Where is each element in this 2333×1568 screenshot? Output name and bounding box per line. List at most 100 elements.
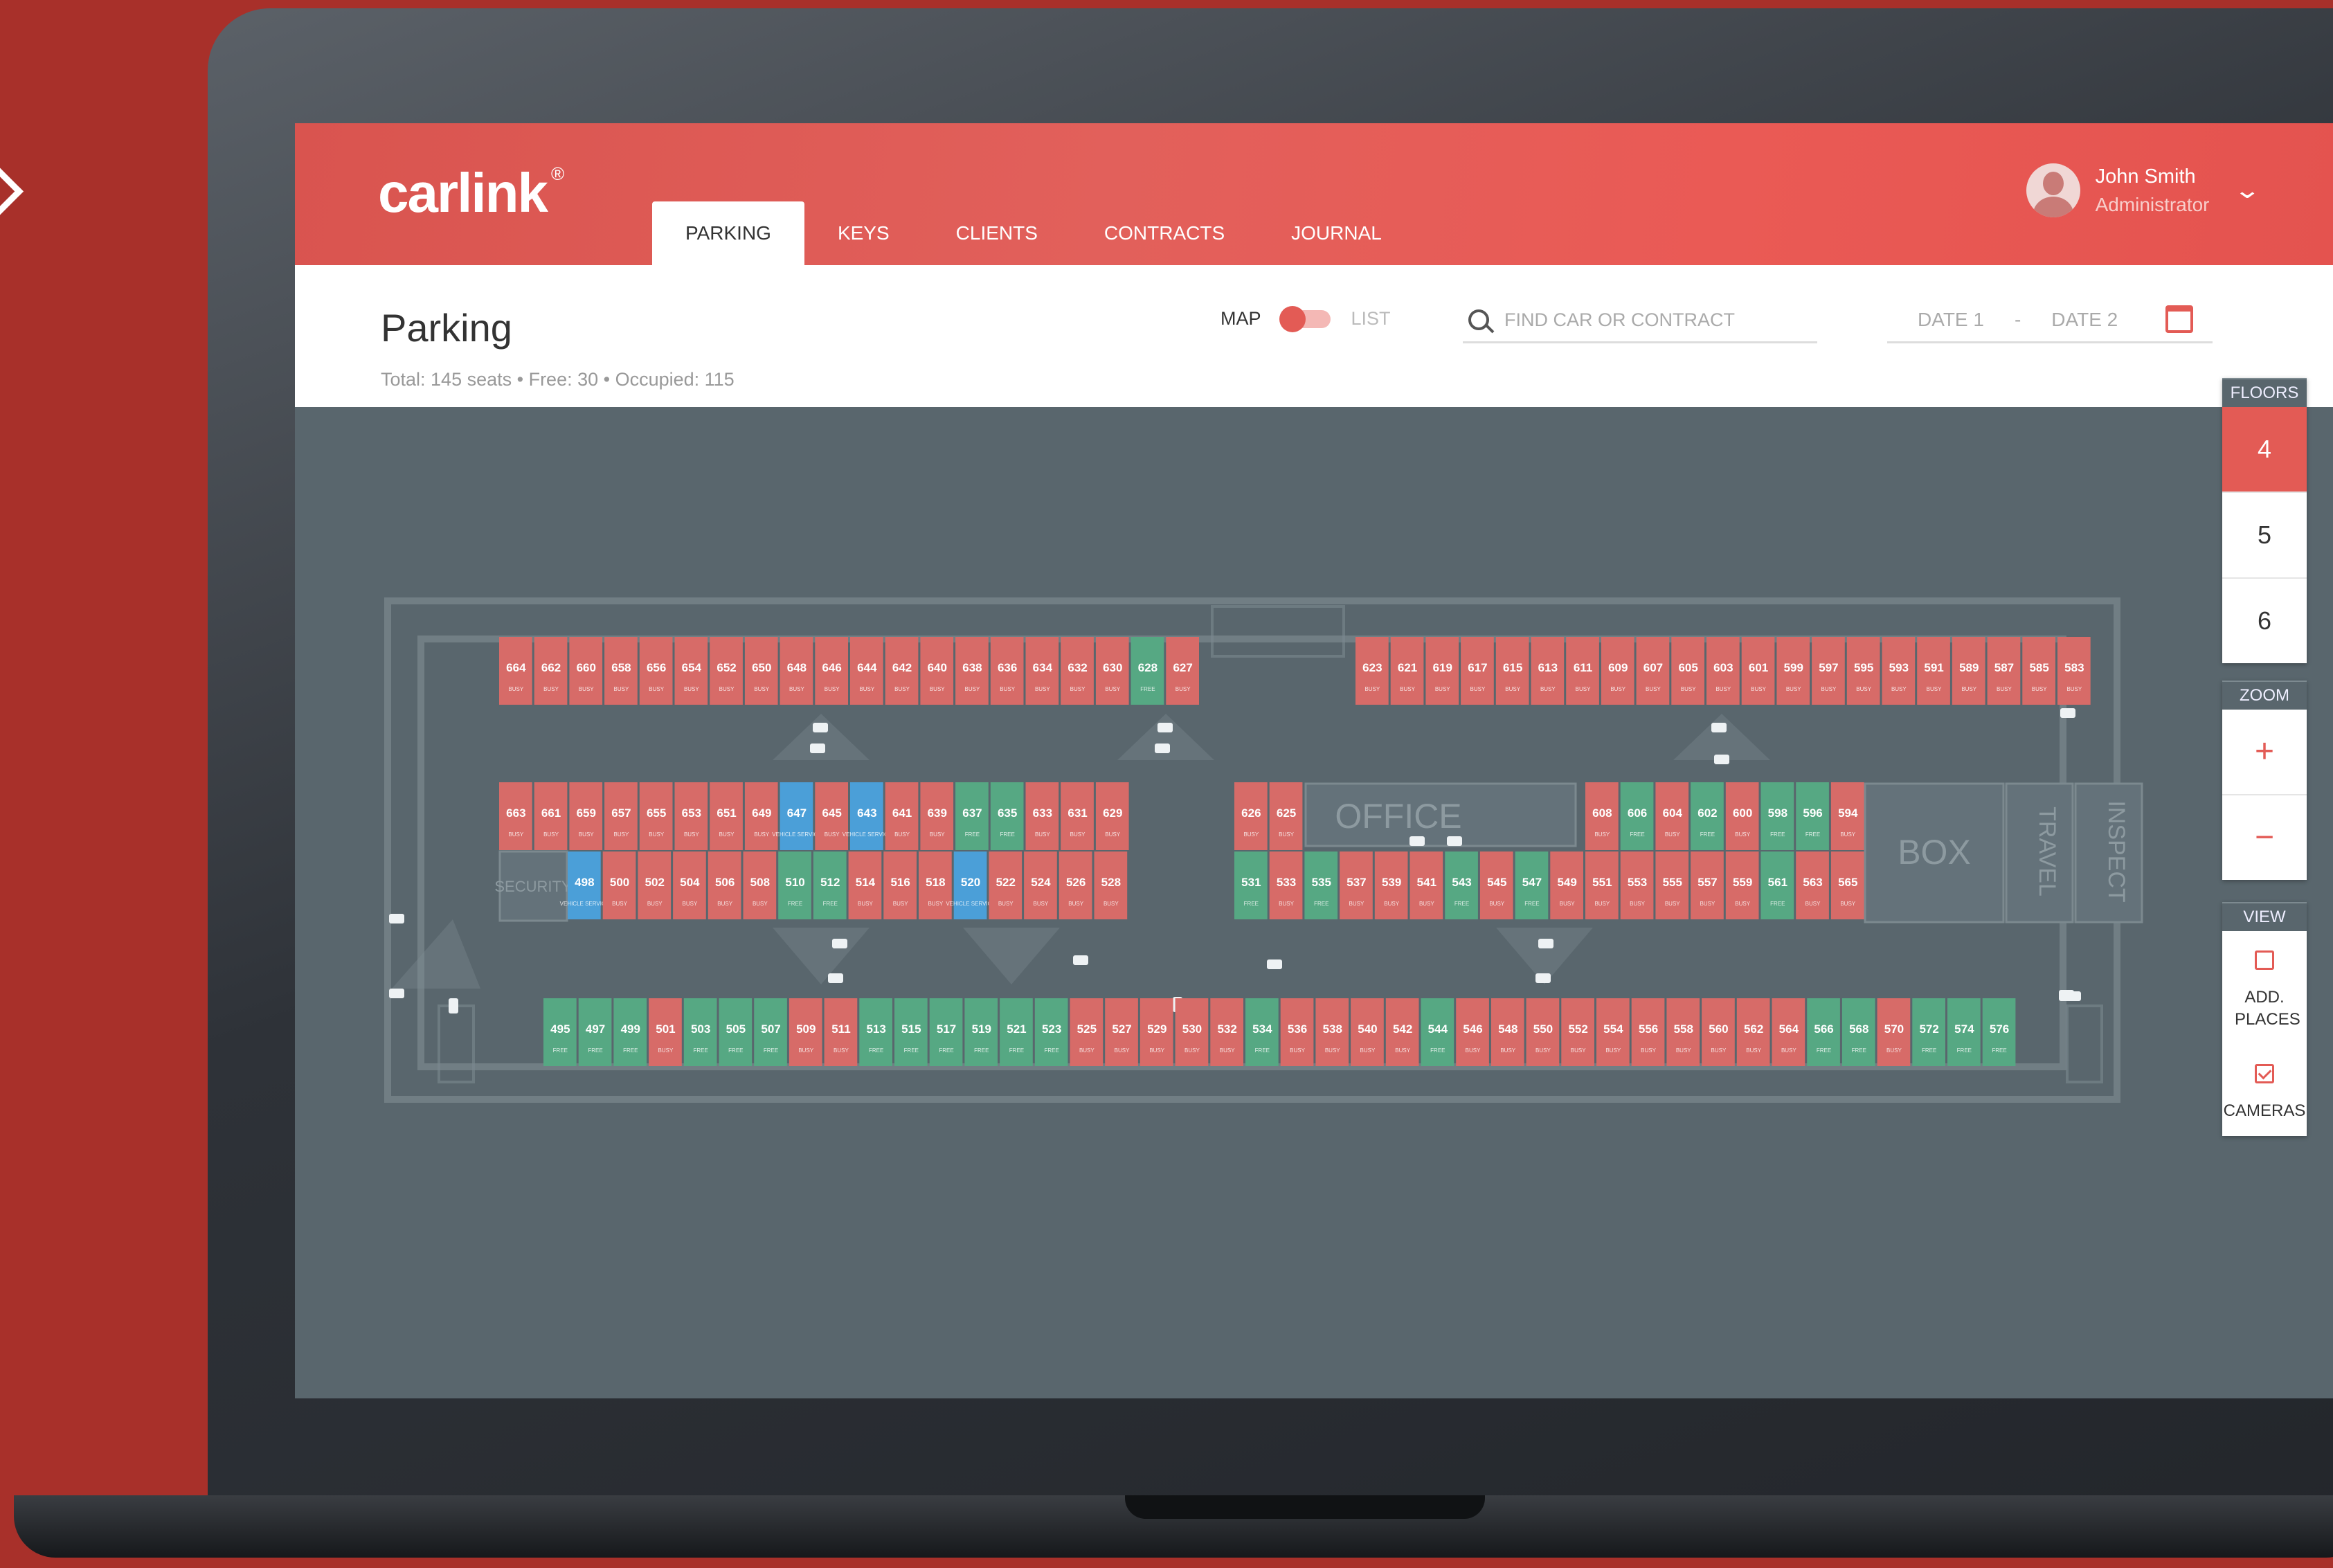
parking-spot-565[interactable]: 565 BUSY xyxy=(1830,851,1864,919)
parking-spot-551[interactable]: 551 BUSY xyxy=(1585,851,1619,919)
parking-spot-533[interactable]: 533 BUSY xyxy=(1269,851,1303,919)
parking-spot-517[interactable]: 517 FREE xyxy=(929,998,963,1066)
parking-spot-653[interactable]: 653 BUSY xyxy=(674,782,708,850)
parking-spot-505[interactable]: 505 FREE xyxy=(719,998,753,1066)
parking-spot-645[interactable]: 645 BUSY xyxy=(815,782,848,850)
parking-spot-619[interactable]: 619 BUSY xyxy=(1425,637,1459,705)
parking-spot-654[interactable]: 654 BUSY xyxy=(674,637,708,705)
parking-spot-513[interactable]: 513 FREE xyxy=(859,998,892,1066)
parking-spot-662[interactable]: 662 BUSY xyxy=(534,637,568,705)
parking-spot-559[interactable]: 559 BUSY xyxy=(1725,851,1759,919)
parking-spot-510[interactable]: 510 FREE xyxy=(778,851,811,919)
parking-spot-550[interactable]: 550 BUSY xyxy=(1526,998,1560,1066)
parking-spot-566[interactable]: 566 FREE xyxy=(1807,998,1840,1066)
zoom-out-button[interactable]: − xyxy=(2222,795,2307,880)
parking-spot-507[interactable]: 507 FREE xyxy=(754,998,787,1066)
parking-spot-576[interactable]: 576 FREE xyxy=(1982,998,2016,1066)
parking-spot-649[interactable]: 649 BUSY xyxy=(744,782,778,850)
parking-spot-524[interactable]: 524 BUSY xyxy=(1024,851,1057,919)
parking-spot-511[interactable]: 511 BUSY xyxy=(824,998,858,1066)
parking-spot-552[interactable]: 552 BUSY xyxy=(1561,998,1594,1066)
parking-spot-527[interactable]: 527 BUSY xyxy=(1105,998,1138,1066)
parking-spot-626[interactable]: 626 BUSY xyxy=(1234,782,1268,850)
parking-spot-549[interactable]: 549 BUSY xyxy=(1550,851,1583,919)
parking-spot-558[interactable]: 558 BUSY xyxy=(1666,998,1700,1066)
parking-spot-613[interactable]: 613 BUSY xyxy=(1531,637,1565,705)
parking-spot-514[interactable]: 514 BUSY xyxy=(848,851,882,919)
parking-spot-544[interactable]: 544 FREE xyxy=(1421,998,1454,1066)
parking-spot-495[interactable]: 495 FREE xyxy=(543,998,577,1066)
tab-journal[interactable]: JOURNAL xyxy=(1258,201,1415,265)
parking-spot-497[interactable]: 497 FREE xyxy=(578,998,612,1066)
parking-spot-598[interactable]: 598 FREE xyxy=(1760,782,1794,850)
tab-clients[interactable]: CLIENTS xyxy=(923,201,1071,265)
user-menu[interactable]: John Smith Administrator ⌄ xyxy=(2026,163,2261,217)
parking-spot-508[interactable]: 508 BUSY xyxy=(743,851,777,919)
parking-spot-570[interactable]: 570 BUSY xyxy=(1877,998,1911,1066)
parking-spot-635[interactable]: 635 FREE xyxy=(990,782,1024,850)
parking-spot-617[interactable]: 617 BUSY xyxy=(1461,637,1494,705)
parking-spot-591[interactable]: 591 BUSY xyxy=(1917,637,1950,705)
parking-spot-660[interactable]: 660 BUSY xyxy=(569,637,603,705)
parking-spot-632[interactable]: 632 BUSY xyxy=(1061,637,1094,705)
parking-spot-560[interactable]: 560 BUSY xyxy=(1702,998,1735,1066)
parking-spot-557[interactable]: 557 BUSY xyxy=(1691,851,1724,919)
parking-spot-556[interactable]: 556 BUSY xyxy=(1631,998,1665,1066)
list-view-label[interactable]: LIST xyxy=(1351,308,1391,330)
parking-spot-543[interactable]: 543 FREE xyxy=(1445,851,1478,919)
tab-keys[interactable]: KEYS xyxy=(804,201,923,265)
parking-spot-646[interactable]: 646 BUSY xyxy=(815,637,848,705)
parking-spot-628[interactable]: 628 FREE xyxy=(1131,637,1164,705)
parking-spot-625[interactable]: 625 BUSY xyxy=(1269,782,1303,850)
parking-spot-587[interactable]: 587 BUSY xyxy=(1987,637,2021,705)
parking-spot-512[interactable]: 512 FREE xyxy=(813,851,847,919)
parking-spot-536[interactable]: 536 BUSY xyxy=(1280,998,1314,1066)
parking-spot-523[interactable]: 523 FREE xyxy=(1034,998,1068,1066)
parking-spot-627[interactable]: 627 BUSY xyxy=(1166,637,1199,705)
parking-spot-656[interactable]: 656 BUSY xyxy=(639,637,673,705)
parking-spot-562[interactable]: 562 BUSY xyxy=(1736,998,1770,1066)
search-input[interactable]: FIND CAR OR CONTRACT xyxy=(1463,298,1817,343)
parking-spot-545[interactable]: 545 BUSY xyxy=(1479,851,1513,919)
date-range-picker[interactable]: DATE 1 - DATE 2 xyxy=(1887,298,2213,343)
parking-spot-663[interactable]: 663 BUSY xyxy=(499,782,532,850)
floor-6-button[interactable]: 6 xyxy=(2222,579,2307,663)
parking-spot-615[interactable]: 615 BUSY xyxy=(1495,637,1529,705)
parking-spot-553[interactable]: 553 BUSY xyxy=(1620,851,1654,919)
add-places-option[interactable]: ADD. PLACES xyxy=(2222,931,2307,1045)
parking-spot-504[interactable]: 504 BUSY xyxy=(673,851,706,919)
parking-spot-542[interactable]: 542 BUSY xyxy=(1385,998,1419,1066)
parking-spot-602[interactable]: 602 FREE xyxy=(1691,782,1724,850)
parking-spot-526[interactable]: 526 BUSY xyxy=(1059,851,1092,919)
parking-spot-540[interactable]: 540 BUSY xyxy=(1351,998,1384,1066)
chevron-down-icon[interactable]: ⌄ xyxy=(2233,177,2261,204)
calendar-icon[interactable] xyxy=(2165,305,2193,333)
parking-spot-563[interactable]: 563 BUSY xyxy=(1796,851,1829,919)
parking-spot-605[interactable]: 605 BUSY xyxy=(1671,637,1704,705)
parking-spot-661[interactable]: 661 BUSY xyxy=(534,782,568,850)
parking-spot-634[interactable]: 634 BUSY xyxy=(1025,637,1059,705)
parking-spot-599[interactable]: 599 BUSY xyxy=(1776,637,1810,705)
parking-spot-655[interactable]: 655 BUSY xyxy=(639,782,673,850)
parking-spot-597[interactable]: 597 BUSY xyxy=(1812,637,1845,705)
parking-spot-596[interactable]: 596 FREE xyxy=(1796,782,1829,850)
parking-spot-609[interactable]: 609 BUSY xyxy=(1601,637,1634,705)
parking-spot-642[interactable]: 642 BUSY xyxy=(885,637,919,705)
parking-spot-606[interactable]: 606 FREE xyxy=(1620,782,1654,850)
floor-4-button[interactable]: 4 xyxy=(2222,407,2307,493)
logo[interactable]: carlink ® xyxy=(378,161,564,225)
parking-spot-548[interactable]: 548 BUSY xyxy=(1490,998,1524,1066)
parking-spot-593[interactable]: 593 BUSY xyxy=(1882,637,1916,705)
parking-spot-525[interactable]: 525 BUSY xyxy=(1070,998,1104,1066)
parking-spot-637[interactable]: 637 FREE xyxy=(955,782,989,850)
parking-spot-648[interactable]: 648 BUSY xyxy=(780,637,813,705)
parking-spot-650[interactable]: 650 BUSY xyxy=(744,637,778,705)
parking-spot-643[interactable]: 643 VEHICLE SERVICE xyxy=(843,782,892,850)
parking-spot-499[interactable]: 499 FREE xyxy=(613,998,647,1066)
parking-spot-538[interactable]: 538 BUSY xyxy=(1315,998,1349,1066)
parking-spot-644[interactable]: 644 BUSY xyxy=(850,637,883,705)
parking-spot-502[interactable]: 502 BUSY xyxy=(638,851,672,919)
parking-spot-585[interactable]: 585 BUSY xyxy=(2022,637,2055,705)
view-switch[interactable] xyxy=(1279,305,1331,332)
parking-spot-636[interactable]: 636 BUSY xyxy=(990,637,1024,705)
